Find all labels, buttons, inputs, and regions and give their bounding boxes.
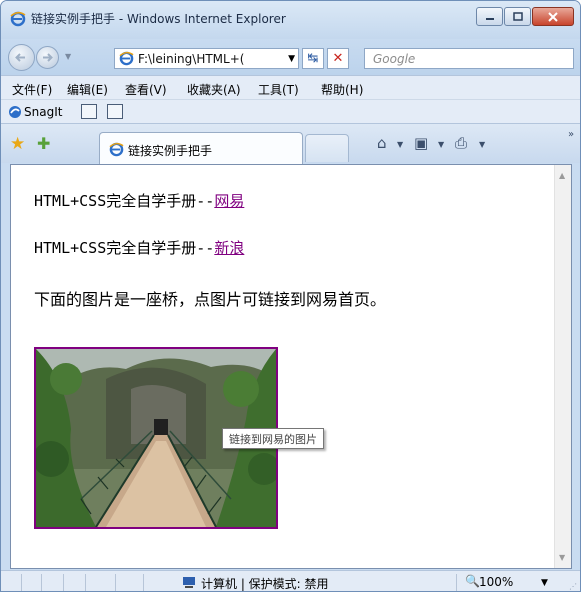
tab-current-page[interactable]: 链接实例手把手 [99,132,303,164]
menu-tools[interactable]: 工具(T) [258,81,299,98]
menu-edit[interactable]: 编辑(E) [67,81,108,98]
search-placeholder: Google [373,52,416,66]
address-bar[interactable]: F:\leining\HTML+( ▼ [114,48,299,69]
ie-page-icon [109,142,124,157]
maximize-button[interactable] [504,7,531,26]
snagit-logo-icon[interactable] [8,105,22,119]
status-divider [143,574,144,591]
status-divider [456,574,457,591]
status-divider [21,574,22,591]
status-divider [115,574,116,591]
add-favorite-icon[interactable]: ✚ [37,134,50,153]
menu-bar: 文件(F) 编辑(E) 查看(V) 收藏夹(A) 工具(T) 帮助(H) [1,75,580,99]
ie-page-icon [119,51,134,66]
zoom-icon[interactable]: 🔍 [465,574,480,588]
forward-button[interactable] [36,46,59,69]
sina-link[interactable]: 新浪 [214,239,244,257]
status-bar: 计算机 | 保护模式: 禁用 🔍 100% ▼ ⋰ [1,570,580,591]
image-tooltip: 链接到网易的图片 [222,428,324,449]
snagit-capture-icon[interactable] [81,104,97,119]
browser-window: 链接实例手把手 - Windows Internet Explorer ▼ F:… [0,0,581,592]
search-input[interactable]: Google [364,48,574,69]
netease-link[interactable]: 网易 [214,192,244,210]
line-netease: HTML+CSS完全自学手册--网易 [34,190,244,211]
snagit-label[interactable]: SnagIt [24,105,62,119]
more-commands-icon[interactable]: » [568,129,574,140]
tab-bar: ★ ✚ 链接实例手把手 ⌂ ▼ ▣ ▼ ⎙ ▼ » [1,123,580,164]
maximize-icon [512,12,523,21]
close-icon [548,11,558,22]
address-value: F:\leining\HTML+( [138,52,245,66]
snagit-open-icon[interactable] [107,104,123,119]
home-dropdown-icon[interactable]: ▼ [397,140,403,149]
line-sina-text: HTML+CSS完全自学手册-- [34,239,215,257]
print-dropdown-icon[interactable]: ▼ [479,140,485,149]
bridge-description: 下面的图片是一座桥，点图片可链接到网易首页。 [34,290,387,309]
recent-pages-dropdown[interactable]: ▼ [65,52,71,61]
scroll-down-icon[interactable]: ▼ [559,553,565,562]
ie-logo-icon [10,11,26,27]
snagit-toolbar: SnagIt [1,99,580,123]
zoom-level[interactable]: 100% [479,575,513,589]
menu-view[interactable]: 查看(V) [125,81,167,98]
scroll-up-icon[interactable]: ▲ [559,171,565,180]
security-zone[interactable]: 计算机 | 保护模式: 禁用 [201,575,329,591]
refresh-button[interactable]: ↹ [302,48,324,69]
home-icon[interactable]: ⌂ [377,134,387,152]
navigation-bar: ▼ F:\leining\HTML+( ▼ ↹ ✕ Google [1,39,580,75]
stop-button[interactable]: ✕ [327,48,349,69]
status-divider [41,574,42,591]
tab-label: 链接实例手把手 [128,144,213,158]
back-arrow-icon [15,53,25,62]
feeds-dropdown-icon[interactable]: ▼ [438,140,444,149]
feeds-icon[interactable]: ▣ [414,134,428,152]
refresh-icon: ↹ [307,51,319,66]
menu-favorites[interactable]: 收藏夹(A) [187,81,241,98]
menu-file[interactable]: 文件(F) [12,81,52,98]
zoom-dropdown-icon[interactable]: ▼ [541,578,548,588]
favorites-star-icon[interactable]: ★ [10,134,25,154]
status-divider [63,574,64,591]
status-divider [85,574,86,591]
computer-zone-icon [183,577,195,588]
back-button[interactable] [8,44,35,71]
window-title: 链接实例手把手 - Windows Internet Explorer [31,12,286,26]
title-bar: 链接实例手把手 - Windows Internet Explorer [1,1,580,39]
vertical-scrollbar[interactable]: ▲ ▼ [554,165,571,568]
new-tab-button[interactable] [305,134,349,162]
minimize-button[interactable] [476,7,503,26]
address-dropdown-icon[interactable]: ▼ [288,54,295,64]
resize-grip-icon[interactable]: ⋰ [569,582,577,591]
page-content: HTML+CSS完全自学手册--网易 HTML+CSS完全自学手册--新浪 下面… [10,164,572,569]
line-sina: HTML+CSS完全自学手册--新浪 [34,237,244,258]
print-icon[interactable]: ⎙ [455,134,467,152]
line-netease-text: HTML+CSS完全自学手册-- [34,192,215,210]
forward-arrow-icon [43,53,53,62]
caption-buttons [475,7,574,26]
minimize-icon [485,17,494,20]
menu-help[interactable]: 帮助(H) [321,81,363,98]
stop-icon: ✕ [332,51,344,66]
close-window-button[interactable] [532,7,574,26]
